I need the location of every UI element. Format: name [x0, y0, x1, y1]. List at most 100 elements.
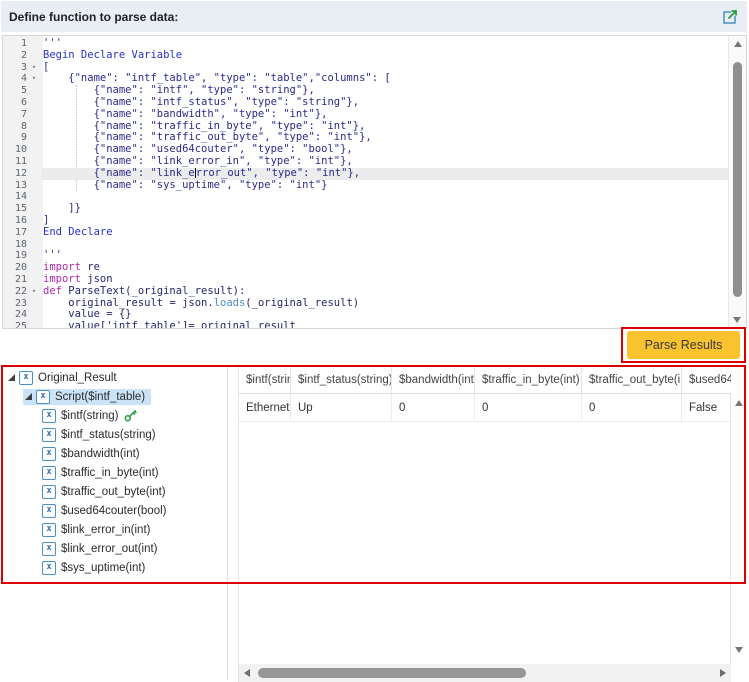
scroll-down-arrow[interactable]: [735, 647, 743, 653]
code-text[interactable]: {"name": "link_error_in", "type": "int"}…: [41, 156, 729, 168]
code-text[interactable]: import re: [41, 262, 729, 274]
tree-item-content[interactable]: xOriginal_Result: [6, 370, 123, 386]
code-token: ''': [43, 38, 62, 49]
fold-spacer: [27, 227, 41, 239]
code-text[interactable]: value = {}: [41, 309, 729, 321]
code-text[interactable]: [41, 191, 729, 203]
code-text[interactable]: {"name": "traffic_out_byte", "type": "in…: [41, 132, 729, 144]
scrollbar-thumb[interactable]: [733, 62, 742, 297]
code-text[interactable]: ]: [41, 215, 729, 227]
code-text[interactable]: ]}: [41, 203, 729, 215]
code-line[interactable]: 5 {"name": "intf", "type": "string"},: [3, 85, 729, 97]
code-line[interactable]: 13 {"name": "sys_uptime", "type": "int"}: [3, 180, 729, 192]
code-token: ParseText(_original_result):: [62, 286, 245, 297]
code-text[interactable]: [41, 239, 729, 251]
fold-marker-icon[interactable]: ▾: [27, 286, 41, 298]
code-lines[interactable]: 1'''2Begin Declare Variable3▾[4▾ {"name"…: [3, 38, 729, 329]
tree-item-content[interactable]: x$sys_uptime(int): [40, 560, 151, 576]
code-text[interactable]: {"name": "sys_uptime", "type": "int"}: [41, 180, 729, 192]
code-line[interactable]: 18: [3, 239, 729, 251]
code-line[interactable]: 19''': [3, 250, 729, 262]
table-vertical-scrollbar[interactable]: [730, 394, 747, 664]
code-line[interactable]: 17End Declare: [3, 227, 729, 239]
code-line[interactable]: 3▾[: [3, 62, 729, 74]
code-line[interactable]: 21import json: [3, 274, 729, 286]
code-line[interactable]: 7 {"name": "bandwidth", "type": "int"},: [3, 109, 729, 121]
code-line[interactable]: 9 {"name": "traffic_out_byte", "type": "…: [3, 132, 729, 144]
tree-item-content[interactable]: x$traffic_in_byte(int): [40, 465, 165, 481]
fold-spacer: [27, 38, 41, 50]
code-text[interactable]: ''': [41, 250, 729, 262]
expand-editor-icon[interactable]: [721, 8, 739, 26]
table-horizontal-scrollbar[interactable]: [239, 664, 731, 682]
tree-item[interactable]: x$sys_uptime(int): [2, 558, 227, 577]
code-text[interactable]: {"name": "link_error_out", "type": "int"…: [41, 168, 729, 180]
code-line[interactable]: 10 {"name": "used64couter", "type": "boo…: [3, 144, 729, 156]
code-line[interactable]: 4▾ {"name": "intf_table", "type": "table…: [3, 73, 729, 85]
tree-item[interactable]: x$traffic_out_byte(int): [2, 482, 227, 501]
code-line[interactable]: 16]: [3, 215, 729, 227]
fold-marker-icon[interactable]: ▾: [27, 73, 41, 85]
expand-collapse-icon[interactable]: [25, 393, 32, 400]
code-editor[interactable]: 1'''2Begin Declare Variable3▾[4▾ {"name"…: [2, 35, 747, 329]
scroll-left-arrow[interactable]: [244, 669, 250, 677]
code-text[interactable]: {"name": "intf_table", "type": "table","…: [41, 73, 729, 85]
code-text[interactable]: {"name": "used64couter", "type": "bool"}…: [41, 144, 729, 156]
tree-item-content[interactable]: x$traffic_out_byte(int): [40, 484, 172, 500]
code-line[interactable]: 14: [3, 191, 729, 203]
code-text[interactable]: value['intf_table']= original_result: [41, 321, 729, 329]
code-line[interactable]: 12 {"name": "link_error_out", "type": "i…: [3, 168, 729, 180]
fold-spacer: [27, 191, 41, 203]
code-text[interactable]: ''': [41, 38, 729, 50]
scroll-up-arrow[interactable]: [734, 41, 742, 47]
code-line[interactable]: 8 {"name": "traffic_in_byte", "type": "i…: [3, 121, 729, 133]
code-text[interactable]: original_result = json.loads(_original_r…: [41, 298, 729, 310]
tree-item-content[interactable]: x$bandwidth(int): [40, 446, 146, 462]
tree-item[interactable]: x$used64couter(bool): [2, 501, 227, 520]
tree-item-content[interactable]: x$intf(string): [40, 408, 143, 424]
tree-item[interactable]: x$link_error_in(int): [2, 520, 227, 539]
code-line[interactable]: 22▾def ParseText(_original_result):: [3, 286, 729, 298]
code-text[interactable]: {"name": "intf_status", "type": "string"…: [41, 97, 729, 109]
code-line[interactable]: 6 {"name": "intf_status", "type": "strin…: [3, 97, 729, 109]
scrollbar-thumb[interactable]: [258, 668, 526, 678]
tree-item[interactable]: x$intf_status(string): [2, 425, 227, 444]
tree-item[interactable]: xScript($intf_table): [2, 387, 227, 406]
code-text[interactable]: {"name": "intf", "type": "string"},: [41, 85, 729, 97]
code-text[interactable]: [: [41, 62, 729, 74]
code-line[interactable]: 2Begin Declare Variable: [3, 50, 729, 62]
code-line[interactable]: 24 value = {}: [3, 309, 729, 321]
tree-item[interactable]: x$traffic_in_byte(int): [2, 463, 227, 482]
tree-item[interactable]: x$link_error_out(int): [2, 539, 227, 558]
code-text[interactable]: def ParseText(_original_result):: [41, 286, 729, 298]
tree-item[interactable]: x$bandwidth(int): [2, 444, 227, 463]
fold-spacer: [27, 262, 41, 274]
tree-item-content[interactable]: xScript($intf_table): [23, 389, 151, 405]
code-text[interactable]: {"name": "traffic_in_byte", "type": "int…: [41, 121, 729, 133]
code-text[interactable]: {"name": "bandwidth", "type": "int"},: [41, 109, 729, 121]
tree-item-content[interactable]: x$intf_status(string): [40, 427, 162, 443]
editor-vertical-scrollbar[interactable]: [728, 36, 746, 328]
code-text[interactable]: End Declare: [41, 227, 729, 239]
table-row[interactable]: Ethernet2...Up000False: [239, 394, 731, 422]
code-line[interactable]: 1''': [3, 38, 729, 50]
code-line[interactable]: 20import re: [3, 262, 729, 274]
tree-item-content[interactable]: x$used64couter(bool): [40, 503, 173, 519]
code-line[interactable]: 15 ]}: [3, 203, 729, 215]
code-text[interactable]: import json: [41, 274, 729, 286]
tree-item-content[interactable]: x$link_error_out(int): [40, 541, 164, 557]
code-text[interactable]: Begin Declare Variable: [41, 50, 729, 62]
code-line[interactable]: 23 original_result = json.loads(_origina…: [3, 298, 729, 310]
scroll-up-arrow[interactable]: [735, 400, 743, 406]
tree-item[interactable]: x$intf(string): [2, 406, 227, 425]
parse-results-button[interactable]: Parse Results: [627, 331, 740, 359]
tree-item[interactable]: xOriginal_Result: [2, 368, 227, 387]
line-number: 14: [3, 191, 27, 203]
code-line[interactable]: 11 {"name": "link_error_in", "type": "in…: [3, 156, 729, 168]
expand-collapse-icon[interactable]: [8, 374, 15, 381]
code-line[interactable]: 25 value['intf_table']= original_result: [3, 321, 729, 329]
scroll-down-arrow[interactable]: [733, 317, 741, 323]
scroll-right-arrow[interactable]: [720, 669, 726, 677]
tree-item-content[interactable]: x$link_error_in(int): [40, 522, 156, 538]
fold-marker-icon[interactable]: ▾: [27, 62, 41, 74]
